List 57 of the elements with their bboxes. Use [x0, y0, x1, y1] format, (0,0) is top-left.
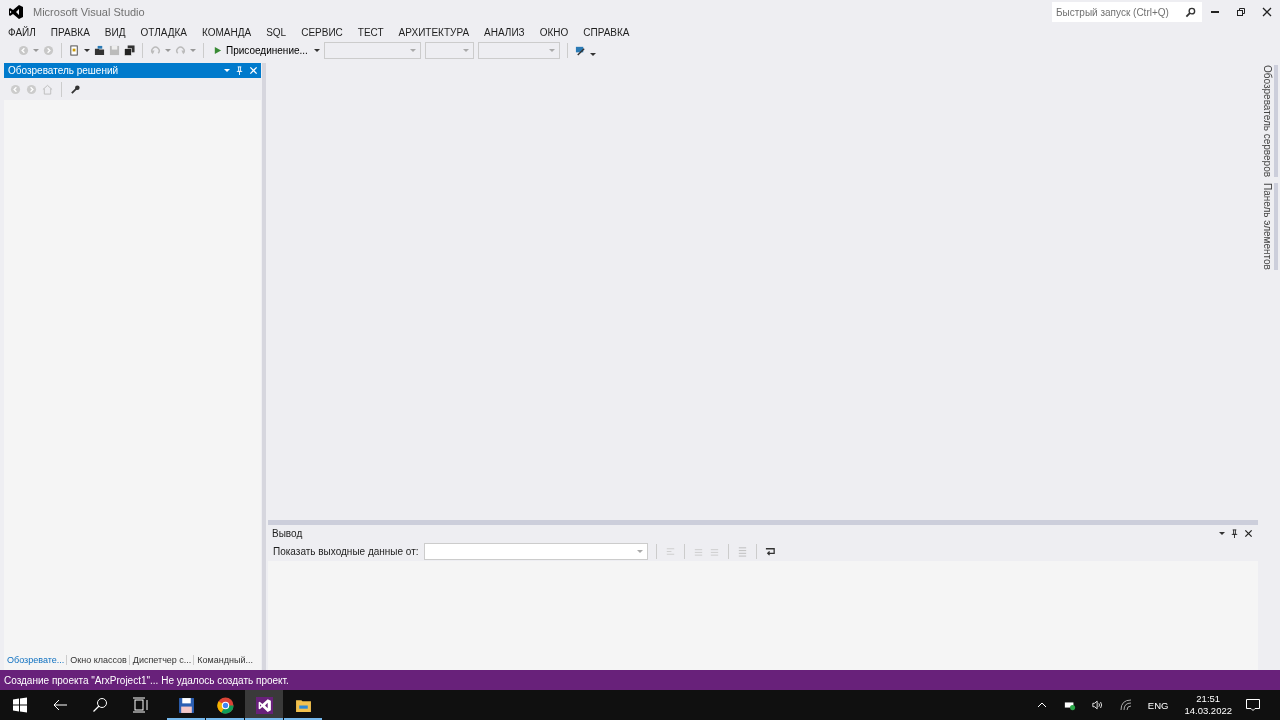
connect-server-icon[interactable]	[574, 45, 586, 56]
minimize-icon[interactable]	[1210, 11, 1220, 13]
menu-item[interactable]: ФАЙЛ	[8, 26, 36, 38]
battery-icon[interactable]	[1063, 699, 1076, 711]
clock-time[interactable]: 21:51	[1196, 693, 1221, 705]
menu-item[interactable]: ПРАВКА	[50, 26, 90, 38]
close-icon[interactable]	[1244, 528, 1253, 538]
quick-launch-field[interactable]: Быстрый запуск (Ctrl+Q)	[1052, 2, 1202, 22]
notification-icon[interactable]	[1245, 697, 1261, 713]
menu-item[interactable]: АНАЛИЗ	[484, 26, 525, 38]
caret-icon[interactable]	[1219, 531, 1225, 535]
start-menu-icon[interactable]	[12, 697, 28, 713]
start-button[interactable]: Присоединение...	[211, 45, 310, 56]
menu-item[interactable]: ОКНО	[539, 26, 569, 38]
menu-item[interactable]: ОТЛАДКА	[140, 26, 187, 38]
taskbar-app[interactable]	[245, 690, 283, 720]
search-icon	[1185, 6, 1196, 18]
clock-date[interactable]: 14.03.2022	[1184, 705, 1232, 717]
browser-icon	[216, 696, 234, 714]
menu-item[interactable]: АРХИТЕКТУРА	[398, 26, 470, 38]
wrench-icon[interactable]	[70, 83, 81, 95]
save-all-icon[interactable]	[124, 45, 135, 56]
new-project-icon[interactable]	[69, 45, 80, 56]
app-logo-icon	[8, 4, 24, 20]
panel-tab[interactable]: Обозревате...	[4, 654, 68, 665]
menu-item[interactable]: СПРАВКА	[583, 26, 630, 38]
pin-icon[interactable]	[1230, 528, 1239, 538]
task-view-icon[interactable]	[132, 697, 148, 713]
menu-item[interactable]: SQL	[266, 26, 287, 38]
restore-icon[interactable]	[1236, 7, 1246, 17]
word-wrap-icon[interactable]	[764, 545, 776, 557]
play-icon	[213, 46, 222, 55]
caret-icon[interactable]	[84, 49, 90, 52]
wifi-icon[interactable]	[1119, 699, 1132, 711]
panel-tab[interactable]: Диспетчер с...	[129, 654, 195, 665]
window-title: Microsoft Visual Studio	[33, 6, 145, 18]
menu-item[interactable]: СЕРВИС	[301, 26, 343, 38]
open-folder-icon[interactable]	[94, 45, 105, 56]
status-text: Создание проекта "ArxProject1"... Не удалось создать проект.	[4, 674, 289, 686]
panel-title: Вывод	[272, 527, 303, 539]
menu-item[interactable]: ВИД	[104, 26, 126, 38]
caret-icon[interactable]	[313, 49, 320, 52]
panel-tab[interactable]: Командный...	[194, 654, 255, 665]
menu-item[interactable]: КОМАНДА	[202, 26, 252, 38]
caret-icon[interactable]	[589, 53, 596, 56]
app-logo-icon	[255, 696, 273, 714]
speaker-icon[interactable]	[1091, 699, 1104, 711]
side-tab[interactable]: Обозреватель серверов	[1260, 65, 1278, 178]
back-arrow-icon[interactable]	[52, 697, 68, 713]
search-icon[interactable]	[92, 697, 108, 713]
side-tab[interactable]: Панель элементов	[1260, 183, 1278, 270]
close-icon[interactable]	[1262, 7, 1272, 17]
panel-tab[interactable]: Окно классов	[67, 654, 130, 665]
menu-item[interactable]: ТЕСТ	[357, 26, 384, 38]
panel-title: Обозреватель решений	[8, 65, 119, 76]
output-source-label: Показать выходные данные от:	[273, 545, 419, 557]
language-indicator[interactable]: ENG	[1147, 699, 1169, 711]
